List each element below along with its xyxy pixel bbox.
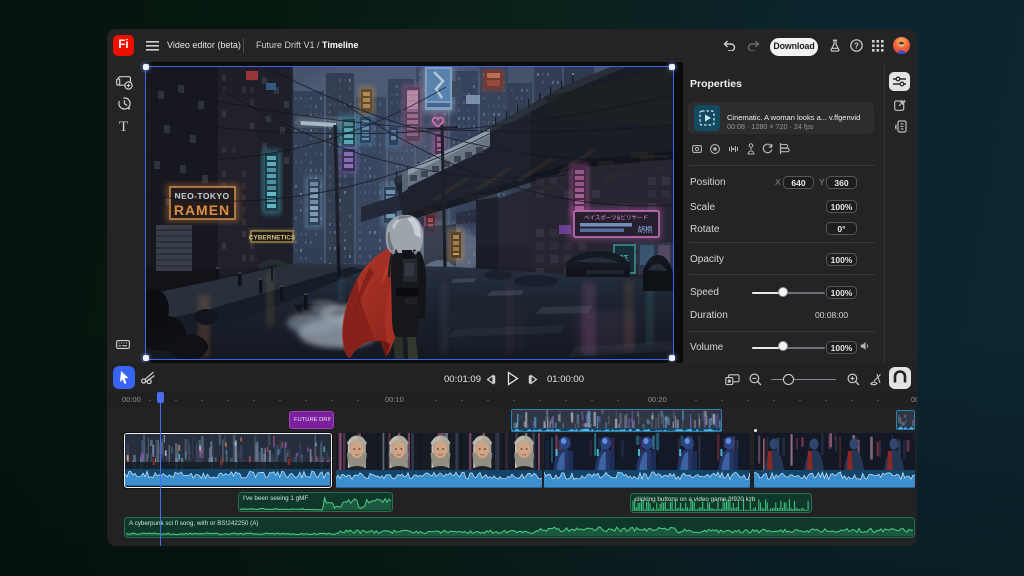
svg-text:A cyberpunk sci fi song, with: A cyberpunk sci fi song, with or BS!2422… — [129, 520, 259, 527]
svg-text:?: ? — [854, 41, 859, 50]
svg-text:I've been seeing 1 gMF: I've been seeing 1 gMF — [243, 495, 308, 502]
svg-text:clicking buttons on a video ga: clicking buttons on a video game 3!920 k… — [635, 496, 756, 503]
